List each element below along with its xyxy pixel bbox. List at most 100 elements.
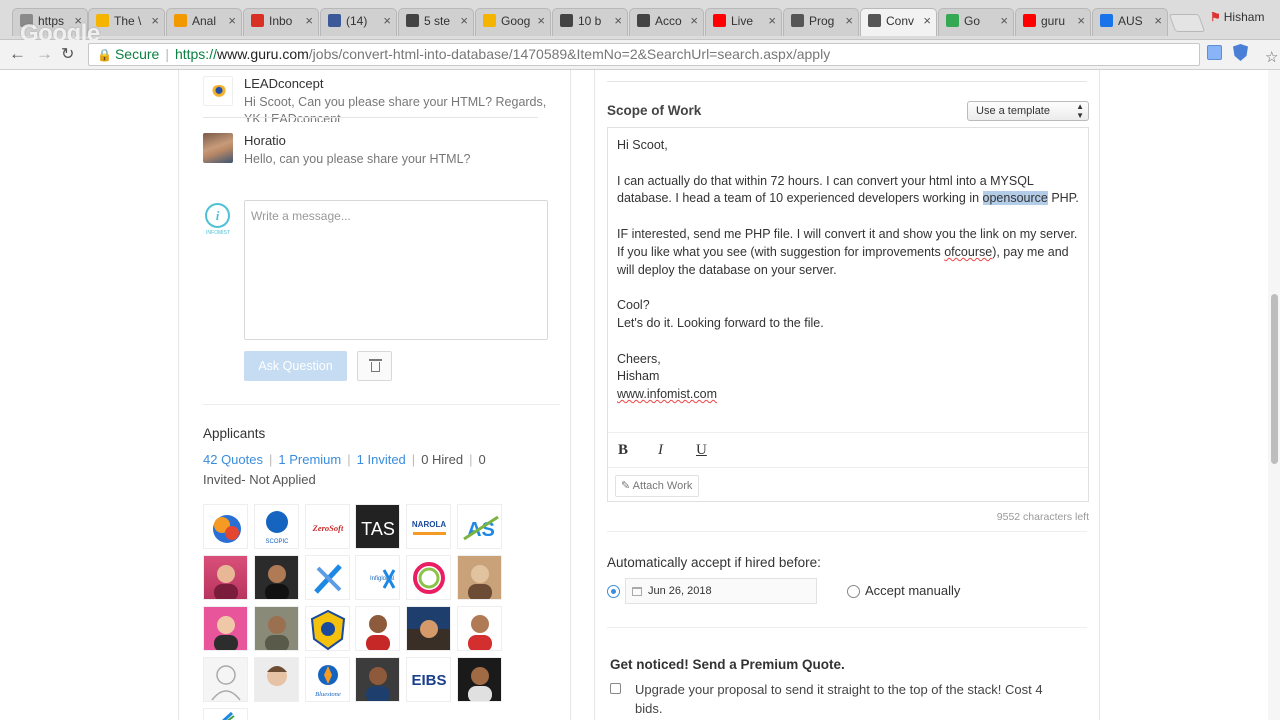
- applicant-photo[interactable]: [457, 657, 502, 702]
- close-icon[interactable]: ×: [383, 13, 391, 28]
- applicant-thumb[interactable]: EIBS: [406, 657, 451, 702]
- circle-icon: [406, 14, 419, 27]
- paperclip-icon: ✎: [621, 480, 633, 492]
- applicant-photo[interactable]: [355, 657, 400, 702]
- close-icon[interactable]: ×: [460, 13, 468, 28]
- globe-icon: [1100, 14, 1113, 27]
- invited-link[interactable]: 1 Invited: [357, 452, 406, 467]
- browser-tab[interactable]: 5 ste ×: [398, 8, 474, 36]
- applicant-photo[interactable]: [406, 606, 451, 651]
- applicant-photo[interactable]: [254, 555, 299, 600]
- premium-link[interactable]: 1 Premium: [278, 452, 341, 467]
- applicant-thumb[interactable]: [203, 504, 248, 549]
- applicant-thumb[interactable]: Bluestone: [305, 657, 350, 702]
- close-icon[interactable]: ×: [151, 13, 159, 28]
- browser-tab[interactable]: Anal ×: [166, 8, 242, 36]
- leadconcept-avatar: [203, 76, 233, 106]
- new-tab-button[interactable]: [1168, 14, 1206, 32]
- tab-label: Goog: [501, 14, 531, 28]
- template-select[interactable]: Use a template ▲ ▼: [967, 101, 1089, 121]
- browser-tab[interactable]: Live ×: [705, 8, 782, 36]
- website-line: www.infomist.com: [617, 387, 718, 402]
- applicant-photo[interactable]: [457, 555, 502, 600]
- applicant-thumb[interactable]: NAROLA: [406, 504, 451, 549]
- analytics-icon: [174, 14, 187, 27]
- close-icon[interactable]: ×: [537, 13, 545, 28]
- scope-editor[interactable]: Hi Scoot, I can actually do that within …: [607, 127, 1089, 502]
- close-icon[interactable]: ×: [228, 13, 236, 28]
- italic-button[interactable]: I: [658, 442, 663, 459]
- browser-tab[interactable]: Acco ×: [629, 8, 704, 36]
- quotes-link[interactable]: 42 Quotes: [203, 452, 263, 467]
- close-icon[interactable]: ×: [1154, 13, 1162, 28]
- signoff-line: Hisham: [617, 369, 660, 384]
- cool-line: Cool?: [617, 298, 650, 313]
- applicant-thumb[interactable]: [305, 555, 350, 600]
- applicant-photo[interactable]: [254, 657, 299, 702]
- ask-question-button[interactable]: Ask Question: [244, 351, 347, 381]
- back-icon[interactable]: ←: [9, 44, 26, 64]
- browser-tab[interactable]: (14) ×: [320, 8, 397, 36]
- applicant-thumb[interactable]: TAS: [355, 504, 400, 549]
- underline-button[interactable]: U: [696, 442, 707, 459]
- close-icon[interactable]: ×: [845, 13, 853, 28]
- applicants-title: Applicants: [203, 426, 266, 441]
- browser-tab[interactable]: Conv ×: [860, 8, 937, 36]
- browser-tab[interactable]: guru ×: [1015, 8, 1091, 36]
- applicant-thumb[interactable]: [305, 606, 350, 651]
- default-avatar[interactable]: [203, 657, 248, 702]
- trash-lid: [369, 359, 382, 361]
- logo-text: EIBS: [411, 672, 446, 689]
- premium-quote-text[interactable]: Upgrade your proposal to send it straigh…: [635, 680, 1065, 718]
- close-icon[interactable]: ×: [305, 13, 313, 28]
- close-icon[interactable]: ×: [768, 13, 776, 28]
- browser-tab[interactable]: Prog ×: [783, 8, 859, 36]
- scrollbar-thumb[interactable]: [1271, 294, 1278, 464]
- reload-icon[interactable]: ↻: [61, 44, 74, 64]
- close-icon[interactable]: ×: [1077, 13, 1085, 28]
- close-icon[interactable]: ×: [1000, 13, 1008, 28]
- browser-tab[interactable]: 10 b ×: [552, 8, 628, 36]
- delete-button[interactable]: [357, 351, 392, 381]
- editor-text[interactable]: Hi Scoot, I can actually do that within …: [617, 137, 1083, 404]
- applicant-photo[interactable]: [457, 606, 502, 651]
- applicant-photo[interactable]: [254, 606, 299, 651]
- address-bar[interactable]: 🔒 Secure | https://www.guru.com/jobs/conver…: [88, 43, 1278, 66]
- applicant-photo[interactable]: [203, 555, 248, 600]
- profile-chip[interactable]: ⚑ Hisham: [1210, 10, 1264, 24]
- applicant-photo[interactable]: [355, 606, 400, 651]
- browser-tab[interactable]: Inbo ×: [243, 8, 319, 36]
- applicant-thumb[interactable]: AS: [457, 504, 502, 549]
- attach-work-button[interactable]: ✎ Attach Work: [615, 475, 699, 497]
- browser-tab[interactable]: AUS ×: [1092, 8, 1168, 36]
- accept-date-input[interactable]: Jun 26, 2018: [625, 578, 817, 604]
- close-icon[interactable]: ×: [690, 13, 698, 28]
- applicant-thumb[interactable]: [203, 708, 248, 720]
- premium-quote-title: Get noticed! Send a Premium Quote.: [610, 657, 845, 672]
- close-icon[interactable]: ×: [614, 13, 622, 28]
- applicant-thumb[interactable]: Infiglobal: [355, 555, 400, 600]
- browser-tab[interactable]: Goog ×: [475, 8, 551, 36]
- applicant-thumb[interactable]: [406, 555, 451, 600]
- tab-label: (14): [346, 14, 368, 28]
- extension-icon[interactable]: [1207, 45, 1222, 60]
- browser-toolbar: ← → ↻ 🔒 Secure | https://www.guru.com/jobs/…: [0, 40, 1280, 111]
- tab-label: Conv: [886, 14, 915, 28]
- divider: [607, 627, 1087, 628]
- close-icon[interactable]: ×: [923, 13, 931, 28]
- accept-manually-radio[interactable]: [847, 585, 860, 598]
- auto-accept-radio[interactable]: [607, 585, 620, 598]
- forward-icon[interactable]: →: [36, 44, 53, 64]
- accept-manually-label[interactable]: Accept manually: [865, 583, 960, 598]
- url-path: /jobs/convert-html-into-database/1470589…: [308, 46, 831, 62]
- message-textarea[interactable]: Write a message...: [244, 200, 548, 340]
- applicant-photo[interactable]: [203, 606, 248, 651]
- applicant-thumb[interactable]: ZeroSoft: [305, 504, 350, 549]
- bold-button[interactable]: B: [618, 442, 628, 459]
- browser-tab[interactable]: Go ×: [938, 8, 1014, 36]
- applicant-thumb[interactable]: SCOPIC: [254, 504, 299, 549]
- misspelled-word: ofcourse: [944, 244, 993, 259]
- bookmark-star-icon[interactable]: ☆: [1265, 47, 1278, 68]
- premium-quote-checkbox[interactable]: [610, 683, 621, 694]
- profile-name: Hisham: [1223, 10, 1265, 24]
